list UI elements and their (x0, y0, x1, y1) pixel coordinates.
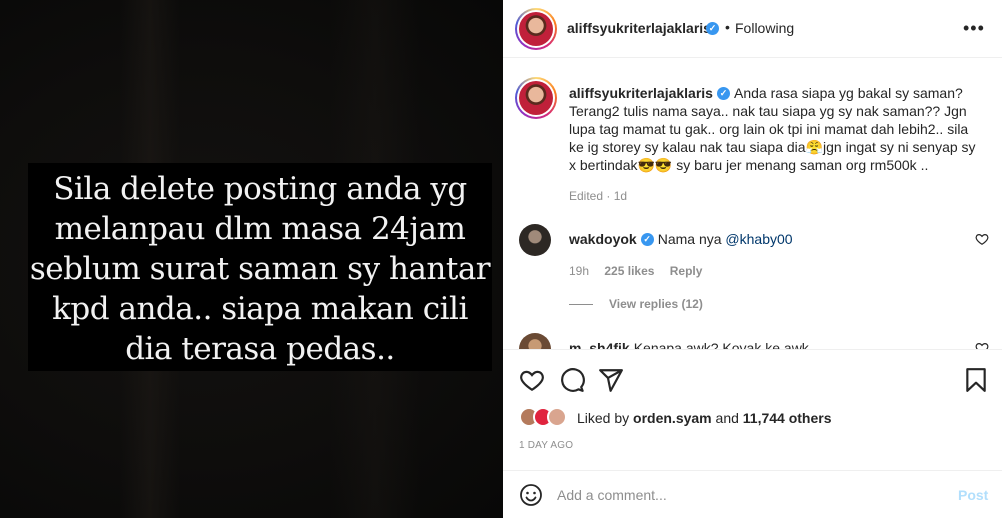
comment-text-block: wakdoyok ✓ Nama nya @khaby00 (569, 231, 793, 247)
post-side-panel: aliffsyukriterlajaklaris ✓ • Following •… (503, 0, 1002, 518)
comment-text: Kenapa awk? Koyak ke awk (633, 340, 809, 349)
author-avatar[interactable] (515, 8, 557, 50)
post-header: aliffsyukriterlajaklaris ✓ • Following •… (503, 0, 1002, 58)
verified-badge-icon: ✓ (716, 86, 730, 100)
likes-middle: and (711, 410, 743, 426)
likes-text: Liked by orden.syam and 11,744 others (577, 410, 832, 426)
reply-button[interactable]: Reply (670, 264, 703, 278)
comment-like-heart-icon[interactable] (975, 341, 989, 349)
comments-list: aliffsyukriterlajaklaris ✓ Anda rasa siapa… (503, 59, 1002, 349)
commenter-username[interactable]: wakdoyok (569, 231, 637, 247)
likes-prefix: Liked by (577, 410, 634, 426)
caption-username[interactable]: aliffsyukriterlajaklaris (569, 85, 713, 101)
comment-like-heart-icon[interactable] (975, 232, 989, 246)
comment-time[interactable]: 19h (569, 264, 589, 278)
emoji-smiley-icon[interactable] (519, 483, 543, 507)
save-bookmark-icon[interactable] (963, 367, 989, 393)
add-comment-bar: Post (503, 470, 1002, 518)
comment-meta: 19h 225 likes Reply (569, 264, 714, 278)
caption-edited-time: Edited · 1d (569, 189, 628, 203)
comment-text-block: m_sh4fik Kenapa awk? Koyak ke awk (569, 340, 809, 349)
image-text: Sila delete posting anda yg melanpau dlm… (29, 171, 491, 367)
post-timestamp[interactable]: 1 DAY AGO (519, 440, 573, 451)
verified-badge-icon: ✓ (706, 22, 719, 35)
liker-username[interactable]: orden.syam (633, 410, 712, 426)
view-replies-label: View replies (12) (609, 297, 703, 311)
caption-text-block: aliffsyukriterlajaklaris ✓ Anda rasa siapa… (569, 84, 979, 174)
liker-avatar[interactable] (547, 407, 567, 427)
post-comment-button[interactable]: Post (958, 487, 988, 503)
share-paper-plane-icon[interactable] (598, 367, 624, 393)
commenter-username[interactable]: m_sh4fik (569, 340, 630, 349)
header-separator: • (725, 19, 730, 35)
comment-mention-link[interactable]: @khaby00 (725, 231, 792, 247)
comment-input[interactable] (557, 481, 937, 509)
post-actions: Liked by orden.syam and 11,744 others 1 … (503, 349, 1002, 518)
commenter-avatar[interactable] (519, 333, 551, 349)
more-options-icon[interactable]: ••• (963, 18, 985, 39)
comment-likes[interactable]: 225 likes (604, 264, 654, 278)
verified-badge-icon: ✓ (640, 232, 654, 246)
likes-count[interactable]: 11,744 others (743, 410, 832, 426)
comment-text: Nama nya (657, 231, 726, 247)
caption-author-avatar[interactable] (515, 77, 557, 119)
like-heart-icon[interactable] (519, 367, 545, 393)
comment-bubble-icon[interactable] (559, 367, 585, 393)
following-button[interactable]: Following (735, 20, 794, 36)
replies-divider-line (569, 304, 593, 306)
commenter-avatar[interactable] (519, 224, 551, 256)
author-username[interactable]: aliffsyukriterlajaklaris (567, 20, 711, 36)
view-replies-button[interactable]: View replies (12) (569, 297, 703, 311)
post-image[interactable]: Sila delete posting anda yg melanpau dlm… (0, 0, 503, 518)
